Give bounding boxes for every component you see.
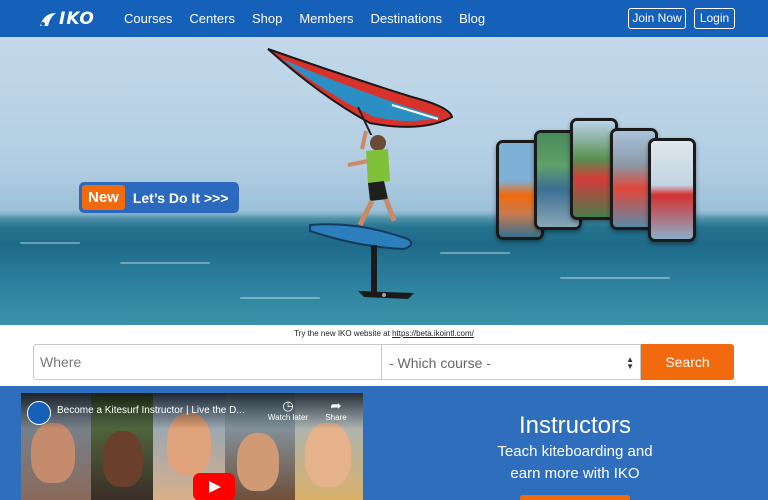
instructors-subtitle: Teach kiteboarding and earn more with IK…: [470, 441, 680, 485]
nav-courses[interactable]: Courses: [124, 11, 172, 26]
select-arrows-icon: ▲ ▼: [626, 355, 634, 371]
logo-text: IKO: [59, 9, 95, 29]
watch-later-label: Watch later: [267, 413, 309, 422]
new-promo-button[interactable]: New Let’s Do It >>>: [79, 182, 239, 213]
instructors-cta-button[interactable]: [520, 495, 630, 500]
promo-label: Let’s Do It >>>: [132, 189, 229, 206]
wave-highlight: [120, 262, 210, 264]
instructors-subtitle-line: earn more with IKO: [510, 465, 640, 482]
watch-later-button[interactable]: ◷ Watch later: [266, 398, 310, 423]
instructors-subtitle-line: Teach kiteboarding and: [497, 443, 653, 460]
share-icon: ➦: [330, 398, 342, 413]
foil-rider-image: [309, 130, 414, 299]
where-input[interactable]: [33, 344, 382, 380]
share-button[interactable]: ➦ Share: [314, 398, 358, 423]
iko-logo[interactable]: IKO: [38, 9, 95, 29]
nav-destinations[interactable]: Destinations: [371, 11, 443, 26]
wave-highlight: [560, 277, 670, 279]
video-title[interactable]: Become a Kitesurf Instructor | Live the …: [57, 405, 245, 416]
login-button[interactable]: Login: [694, 8, 735, 29]
channel-avatar[interactable]: [27, 401, 51, 425]
course-select[interactable]: - Which course - ▲ ▼: [382, 344, 641, 380]
nav-members[interactable]: Members: [299, 11, 353, 26]
instructors-title: Instructors: [518, 412, 632, 439]
nav-blog[interactable]: Blog: [459, 11, 485, 26]
join-now-button[interactable]: Join Now: [628, 8, 686, 29]
top-navbar: IKO Courses Centers Shop Members Destina…: [0, 0, 768, 37]
kite-logo-icon: [40, 12, 56, 26]
beta-notice: Try the new IKO website at https://beta.…: [0, 327, 768, 340]
main-menu: Courses Centers Shop Members Destination…: [124, 0, 502, 37]
search-button[interactable]: Search: [641, 344, 734, 380]
course-search-bar: - Which course - ▲▼ Search: [0, 340, 768, 386]
nav-shop[interactable]: Shop: [252, 11, 282, 26]
hero-banner[interactable]: New Let’s Do It >>>: [0, 37, 768, 325]
new-badge: New: [82, 185, 125, 210]
wave-highlight: [440, 252, 510, 254]
share-label: Share: [325, 413, 347, 422]
nav-centers[interactable]: Centers: [189, 11, 235, 26]
clock-icon: ◷: [282, 398, 294, 413]
course-select-value: - Which course -: [389, 355, 491, 371]
phone-mockups-image: [494, 118, 704, 243]
youtube-video-embed[interactable]: Become a Kitesurf Instructor | Live the …: [21, 393, 363, 500]
play-icon[interactable]: [193, 473, 235, 500]
beta-site-link[interactable]: https://beta.ikointl.com/: [392, 329, 474, 338]
wave-highlight: [20, 242, 80, 244]
notice-text: Try the new IKO website at: [294, 329, 393, 338]
phone-screen: [648, 138, 696, 242]
